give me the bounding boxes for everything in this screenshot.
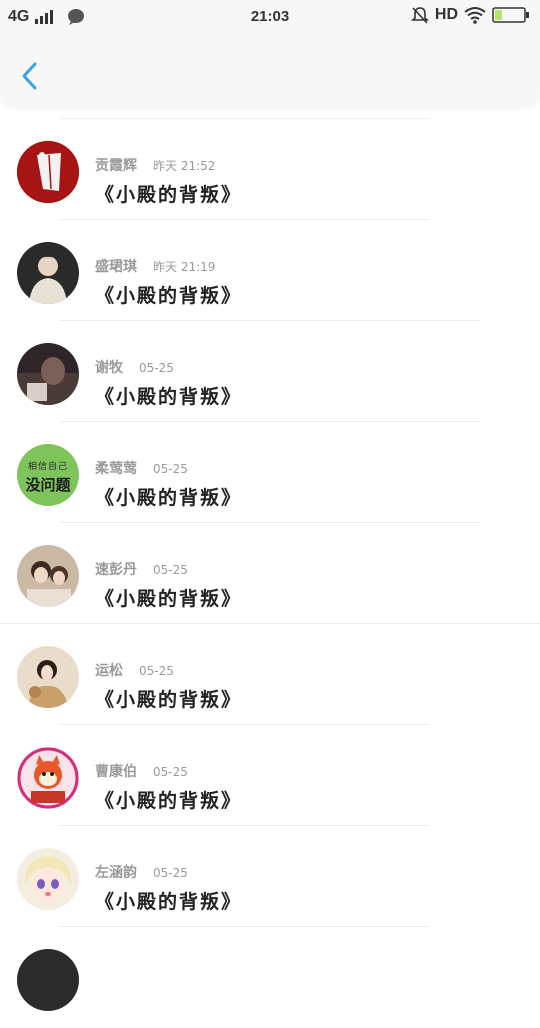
avatar-caption: 没问题 (25, 476, 71, 494)
item-title: 《小殿的背叛》 (95, 487, 243, 509)
item-title: 《小殿的背叛》 (95, 891, 243, 913)
avatar[interactable] (17, 141, 79, 203)
avatar-image (17, 646, 79, 708)
avatar[interactable] (17, 242, 79, 304)
item-meta: 柔莺莺 05-25 (95, 458, 188, 478)
post-time: 05-25 (139, 664, 174, 678)
author-name: 左涵韵 (95, 865, 137, 881)
list-item[interactable]: 运松 05-25 《小殿的背叛》 (0, 624, 540, 725)
item-meta: 谢牧 05-25 (95, 357, 174, 377)
avatar-image (17, 848, 79, 910)
item-meta: 速彭丹 05-25 (95, 559, 188, 579)
avatar-caption: 相信自己 (27, 462, 68, 472)
item-meta: 贡霞辉 昨天 21:52 (95, 155, 215, 175)
avatar[interactable] (17, 343, 79, 405)
post-time: 05-25 (153, 765, 188, 779)
post-time: 昨天 21:19 (153, 260, 216, 274)
list-item[interactable]: 左涵韵 05-25 《小殿的背叛》 (0, 826, 540, 927)
list-item[interactable]: 相信自己 没问题 柔莺莺 05-25 《小殿的背叛》 (0, 422, 540, 523)
list-item[interactable] (0, 927, 540, 1028)
status-icons: HD (410, 6, 530, 24)
mute-icon (410, 7, 429, 24)
avatar[interactable] (17, 646, 79, 708)
wifi-icon (464, 7, 486, 24)
avatar-image (17, 545, 79, 607)
item-title: 《小殿的背叛》 (95, 689, 243, 711)
list-item[interactable]: 曹康伯 05-25 《小殿的背叛》 (0, 725, 540, 826)
avatar[interactable] (17, 747, 79, 809)
list-item[interactable]: 谢牧 05-25 《小殿的背叛》 (0, 321, 540, 422)
author-name: 柔莺莺 (95, 461, 137, 477)
item-meta: 曹康伯 05-25 (95, 761, 188, 781)
item-title: 《小殿的背叛》 (95, 790, 243, 812)
avatar[interactable] (17, 848, 79, 910)
chevron-left-icon (22, 62, 37, 90)
item-title: 《小殿的背叛》 (95, 184, 243, 206)
author-name: 速彭丹 (95, 562, 137, 578)
item-meta: 运松 05-25 (95, 660, 174, 680)
post-time: 昨天 21:52 (153, 159, 216, 173)
author-name: 盛珺琪 (95, 259, 137, 275)
author-name: 运松 (95, 663, 123, 679)
item-meta (95, 963, 111, 979)
avatar[interactable] (17, 545, 79, 607)
battery-icon (492, 7, 529, 23)
status-bar: 4G 21:03 HD (0, 0, 540, 34)
list-item[interactable]: 贡霞辉 昨天 21:52 《小殿的背叛》 (0, 119, 540, 220)
avatar-image (17, 242, 79, 304)
post-time: 05-25 (139, 361, 174, 375)
author-name: 贡霞辉 (95, 158, 137, 174)
item-meta: 左涵韵 05-25 (95, 862, 188, 882)
item-title: 《小殿的背叛》 (95, 588, 243, 610)
header (0, 34, 540, 106)
avatar-image (17, 747, 79, 809)
avatar-image (17, 141, 79, 203)
list-item[interactable]: 速彭丹 05-25 《小殿的背叛》 (0, 523, 540, 624)
item-title: 《小殿的背叛》 (95, 285, 243, 307)
author-name: 谢牧 (95, 360, 123, 376)
back-button[interactable] (14, 58, 44, 94)
list-item[interactable]: 盛珺琪 昨天 21:19 《小殿的背叛》 (0, 220, 540, 321)
post-time: 05-25 (153, 563, 188, 577)
post-time: 05-25 (153, 462, 188, 476)
avatar[interactable]: 相信自己 没问题 (17, 444, 79, 506)
author-name: 曹康伯 (95, 764, 137, 780)
item-meta: 盛珺琪 昨天 21:19 (95, 256, 215, 276)
hd-label: HD (434, 6, 458, 23)
avatar-image (17, 343, 79, 405)
post-time: 05-25 (153, 866, 188, 880)
item-title: 《小殿的背叛》 (95, 386, 243, 408)
avatar[interactable] (17, 949, 79, 1011)
